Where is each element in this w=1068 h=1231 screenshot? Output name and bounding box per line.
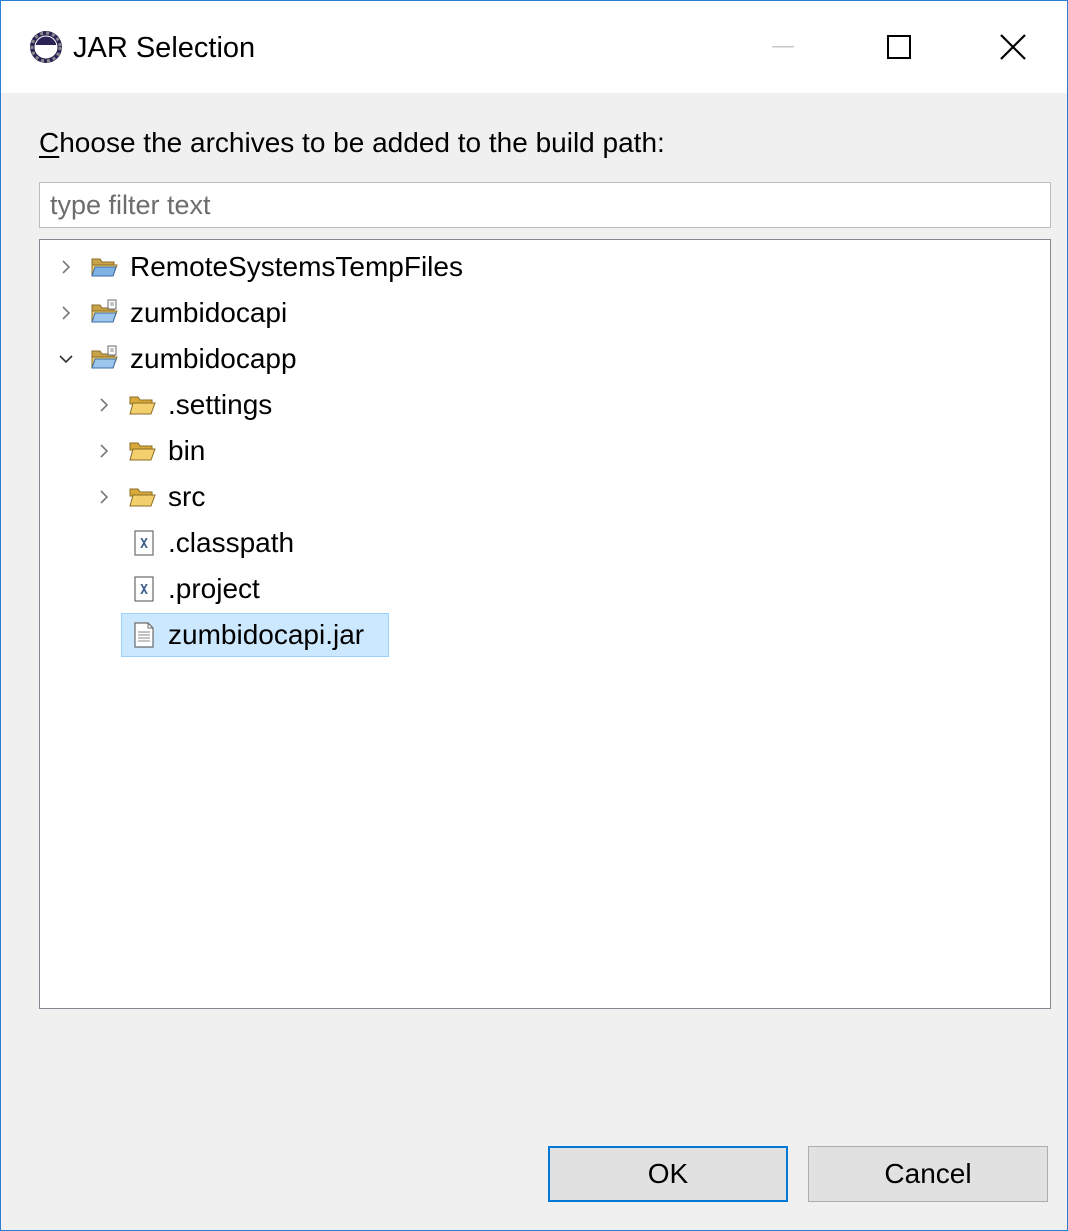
- tree-item-label: .settings: [168, 389, 273, 420]
- tree-item-bin[interactable]: bin: [40, 431, 1050, 471]
- xml-file-icon: X: [134, 530, 154, 556]
- text-file-icon: [134, 622, 154, 648]
- minimize-button[interactable]: [725, 1, 841, 93]
- instruction-label: Choose the archives to be added to the b…: [39, 123, 665, 163]
- tree-item-label: src: [168, 481, 206, 512]
- instruction-text: hoose the archives to be added to the bu…: [59, 127, 665, 158]
- tree-item-label: .project: [168, 573, 260, 604]
- maximize-icon: [887, 35, 911, 59]
- tree-item-label: bin: [168, 435, 206, 466]
- tree-item-zumbidocapi-jar[interactable]: zumbidocapi.jar: [40, 615, 1050, 655]
- xml-file-icon: X: [134, 576, 154, 602]
- tree-item-label: zumbidocapi.jar: [168, 619, 365, 650]
- archive-tree[interactable]: RemoteSystemsTempFiles zumbidocapi zumbi…: [39, 239, 1051, 1009]
- svg-text:X: X: [140, 537, 148, 552]
- mnemonic-char: C: [39, 127, 60, 158]
- tree-item-zumbidocapi[interactable]: zumbidocapi: [40, 293, 1050, 333]
- chevron-right-icon[interactable]: [94, 487, 114, 507]
- jar-selection-dialog: JAR Selection Choose the archives to be …: [0, 0, 1068, 1231]
- chevron-right-icon[interactable]: [94, 441, 114, 461]
- folder-icon: [129, 488, 156, 507]
- ok-button[interactable]: OK: [548, 1146, 788, 1202]
- folder-icon: [129, 396, 156, 415]
- svg-text:X: X: [140, 583, 148, 598]
- close-button[interactable]: [957, 1, 1068, 93]
- window-title: JAR Selection: [73, 32, 256, 64]
- folder-icon: [129, 442, 156, 461]
- title-bar[interactable]: JAR Selection: [1, 1, 1067, 93]
- chevron-right-icon[interactable]: [56, 303, 76, 323]
- tree-item-src[interactable]: src: [40, 477, 1050, 517]
- project-folder-icon: [91, 299, 118, 323]
- maximize-button[interactable]: [841, 1, 957, 93]
- tree-item-classpath[interactable]: X .classpath: [40, 523, 1050, 563]
- tree-item-label: RemoteSystemsTempFiles: [130, 251, 463, 282]
- tree-item-settings[interactable]: .settings: [40, 385, 1050, 425]
- open-folder-icon: [91, 258, 118, 277]
- tree-item-project[interactable]: X .project: [40, 569, 1050, 609]
- chevron-down-icon[interactable]: [56, 349, 76, 369]
- project-folder-icon: [91, 345, 118, 369]
- tree-item-remotesystemstempfiles[interactable]: RemoteSystemsTempFiles: [40, 247, 1050, 287]
- eclipse-app-icon: [30, 31, 62, 63]
- chevron-right-icon[interactable]: [94, 395, 114, 415]
- tree-item-zumbidocapp[interactable]: zumbidocapp: [40, 339, 1050, 379]
- cancel-button[interactable]: Cancel: [808, 1146, 1048, 1202]
- tree-item-label: zumbidocapp: [130, 343, 297, 374]
- tree-item-label: .classpath: [168, 527, 295, 558]
- minimize-icon: [772, 46, 794, 48]
- close-icon: [1000, 34, 1026, 60]
- filter-input[interactable]: [39, 182, 1051, 228]
- tree-item-label: zumbidocapi: [130, 297, 288, 328]
- chevron-right-icon[interactable]: [56, 257, 76, 277]
